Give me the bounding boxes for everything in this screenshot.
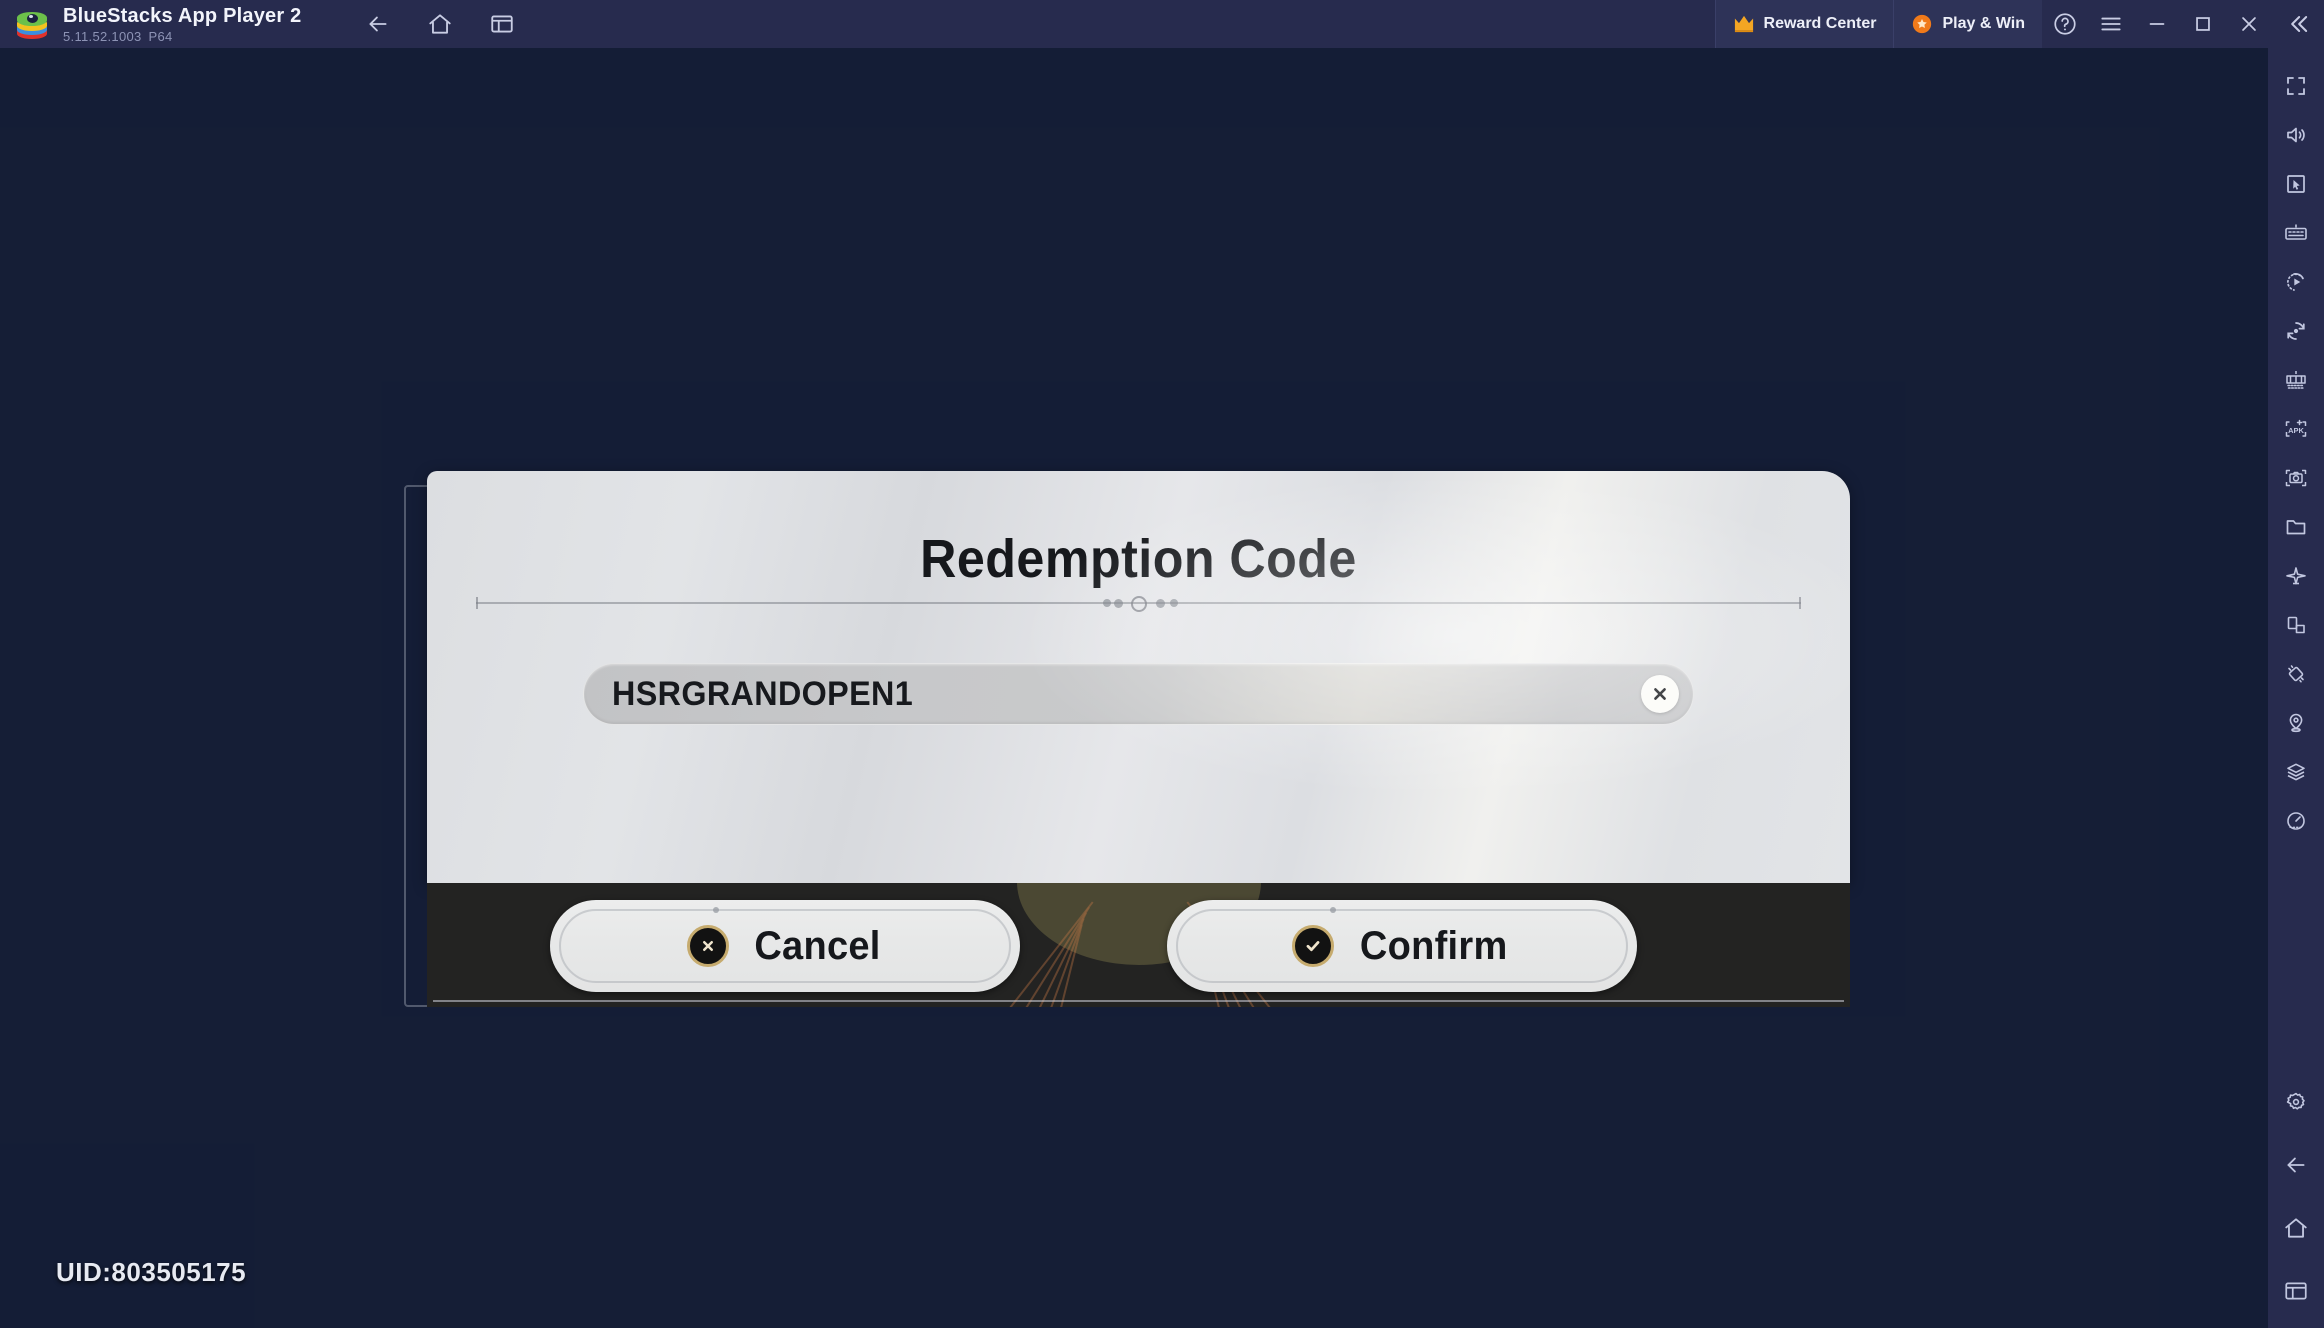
rotate-screen-icon[interactable] [2274, 603, 2318, 647]
layers-icon[interactable] [2274, 750, 2318, 794]
dialog-panel: Redemption Code HSRGRANDOPEN1 [427, 471, 1850, 883]
check-circle-icon [1292, 925, 1335, 967]
dialog-footer: Cancel Confirm [427, 883, 1850, 1007]
settings-icon[interactable] [2274, 1080, 2318, 1124]
right-sidebar: APK [2268, 48, 2324, 1328]
maximize-button[interactable] [2180, 0, 2226, 48]
bluestacks-logo-icon [15, 7, 49, 41]
dialog-title: Redemption Code [920, 529, 1357, 589]
menu-button[interactable] [2088, 0, 2134, 48]
uid-label: UID:803505175 [56, 1257, 247, 1287]
cancel-button[interactable]: Cancel [550, 900, 1020, 992]
redemption-code-input[interactable]: HSRGRANDOPEN1 [583, 663, 1694, 725]
minimize-button[interactable] [2134, 0, 2180, 48]
shake-icon[interactable] [2274, 652, 2318, 696]
home-button[interactable] [425, 9, 455, 39]
reward-center-button[interactable]: Reward Center [1714, 0, 1894, 48]
keyboard-icon[interactable] [2274, 211, 2318, 255]
eco-mode-icon[interactable] [2274, 554, 2318, 598]
redemption-code-value: HSRGRANDOPEN1 [612, 674, 914, 713]
version-number: 5.11.52.1003 [63, 28, 142, 44]
location-icon[interactable] [2274, 701, 2318, 745]
titlebar-nav-group [363, 9, 517, 39]
media-folder-icon[interactable] [2274, 505, 2318, 549]
crown-icon [1733, 13, 1755, 35]
android-home-icon[interactable] [2274, 1206, 2318, 1250]
cancel-button-label: Cancel [753, 923, 881, 968]
app-title: BlueStacks App Player 2 [63, 4, 302, 27]
cancel-circle-icon [686, 925, 729, 967]
multi-instance-sync-icon[interactable] [2274, 358, 2318, 402]
title-text-block: BlueStacks App Player 2 5.11.52.1003 P64 [63, 6, 301, 43]
help-button[interactable] [2042, 0, 2088, 48]
confirm-button-label: Confirm [1360, 923, 1508, 968]
macro-recorder-icon[interactable] [2274, 260, 2318, 304]
play-and-win-button[interactable]: Play & Win [1893, 0, 2042, 48]
confirm-button[interactable]: Confirm [1167, 900, 1637, 992]
redemption-code-dialog: Redemption Code HSRGRANDOPEN1 Cancel Con… [404, 463, 1854, 1008]
reward-center-label: Reward Center [1763, 15, 1877, 32]
sync-operations-icon[interactable] [2274, 309, 2318, 353]
fullscreen-icon[interactable] [2274, 64, 2318, 108]
svg-text:APK: APK [2288, 426, 2304, 435]
star-badge-icon [1911, 13, 1933, 35]
volume-icon[interactable] [2274, 113, 2318, 157]
performance-meter-icon[interactable] [2274, 799, 2318, 843]
app-version: 5.11.52.1003 P64 [63, 30, 301, 43]
dialog-divider [476, 596, 1801, 612]
clear-input-button[interactable] [1641, 675, 1679, 713]
android-back-icon[interactable] [2274, 1143, 2318, 1187]
collapse-sidebar-button[interactable] [2272, 0, 2324, 48]
sidebar-bottom-group [2274, 1080, 2318, 1328]
footer-baseline [433, 1000, 1844, 1002]
titlebar-right-group: Reward Center Play & Win [1714, 0, 2324, 48]
game-viewport[interactable]: UID:803505175 Redemption Code HSRGRANDOP… [0, 48, 2268, 1328]
close-button[interactable] [2226, 0, 2272, 48]
screenshot-icon[interactable] [2274, 456, 2318, 500]
play-and-win-label: Play & Win [1942, 15, 2025, 32]
build-tag: P64 [148, 28, 173, 44]
android-recents-icon[interactable] [2274, 1269, 2318, 1313]
multi-instance-button[interactable] [487, 9, 517, 39]
back-button[interactable] [363, 9, 393, 39]
install-apk-icon[interactable]: APK [2274, 407, 2318, 451]
title-bar: BlueStacks App Player 2 5.11.52.1003 P64 … [0, 0, 2324, 48]
cursor-control-icon[interactable] [2274, 162, 2318, 206]
